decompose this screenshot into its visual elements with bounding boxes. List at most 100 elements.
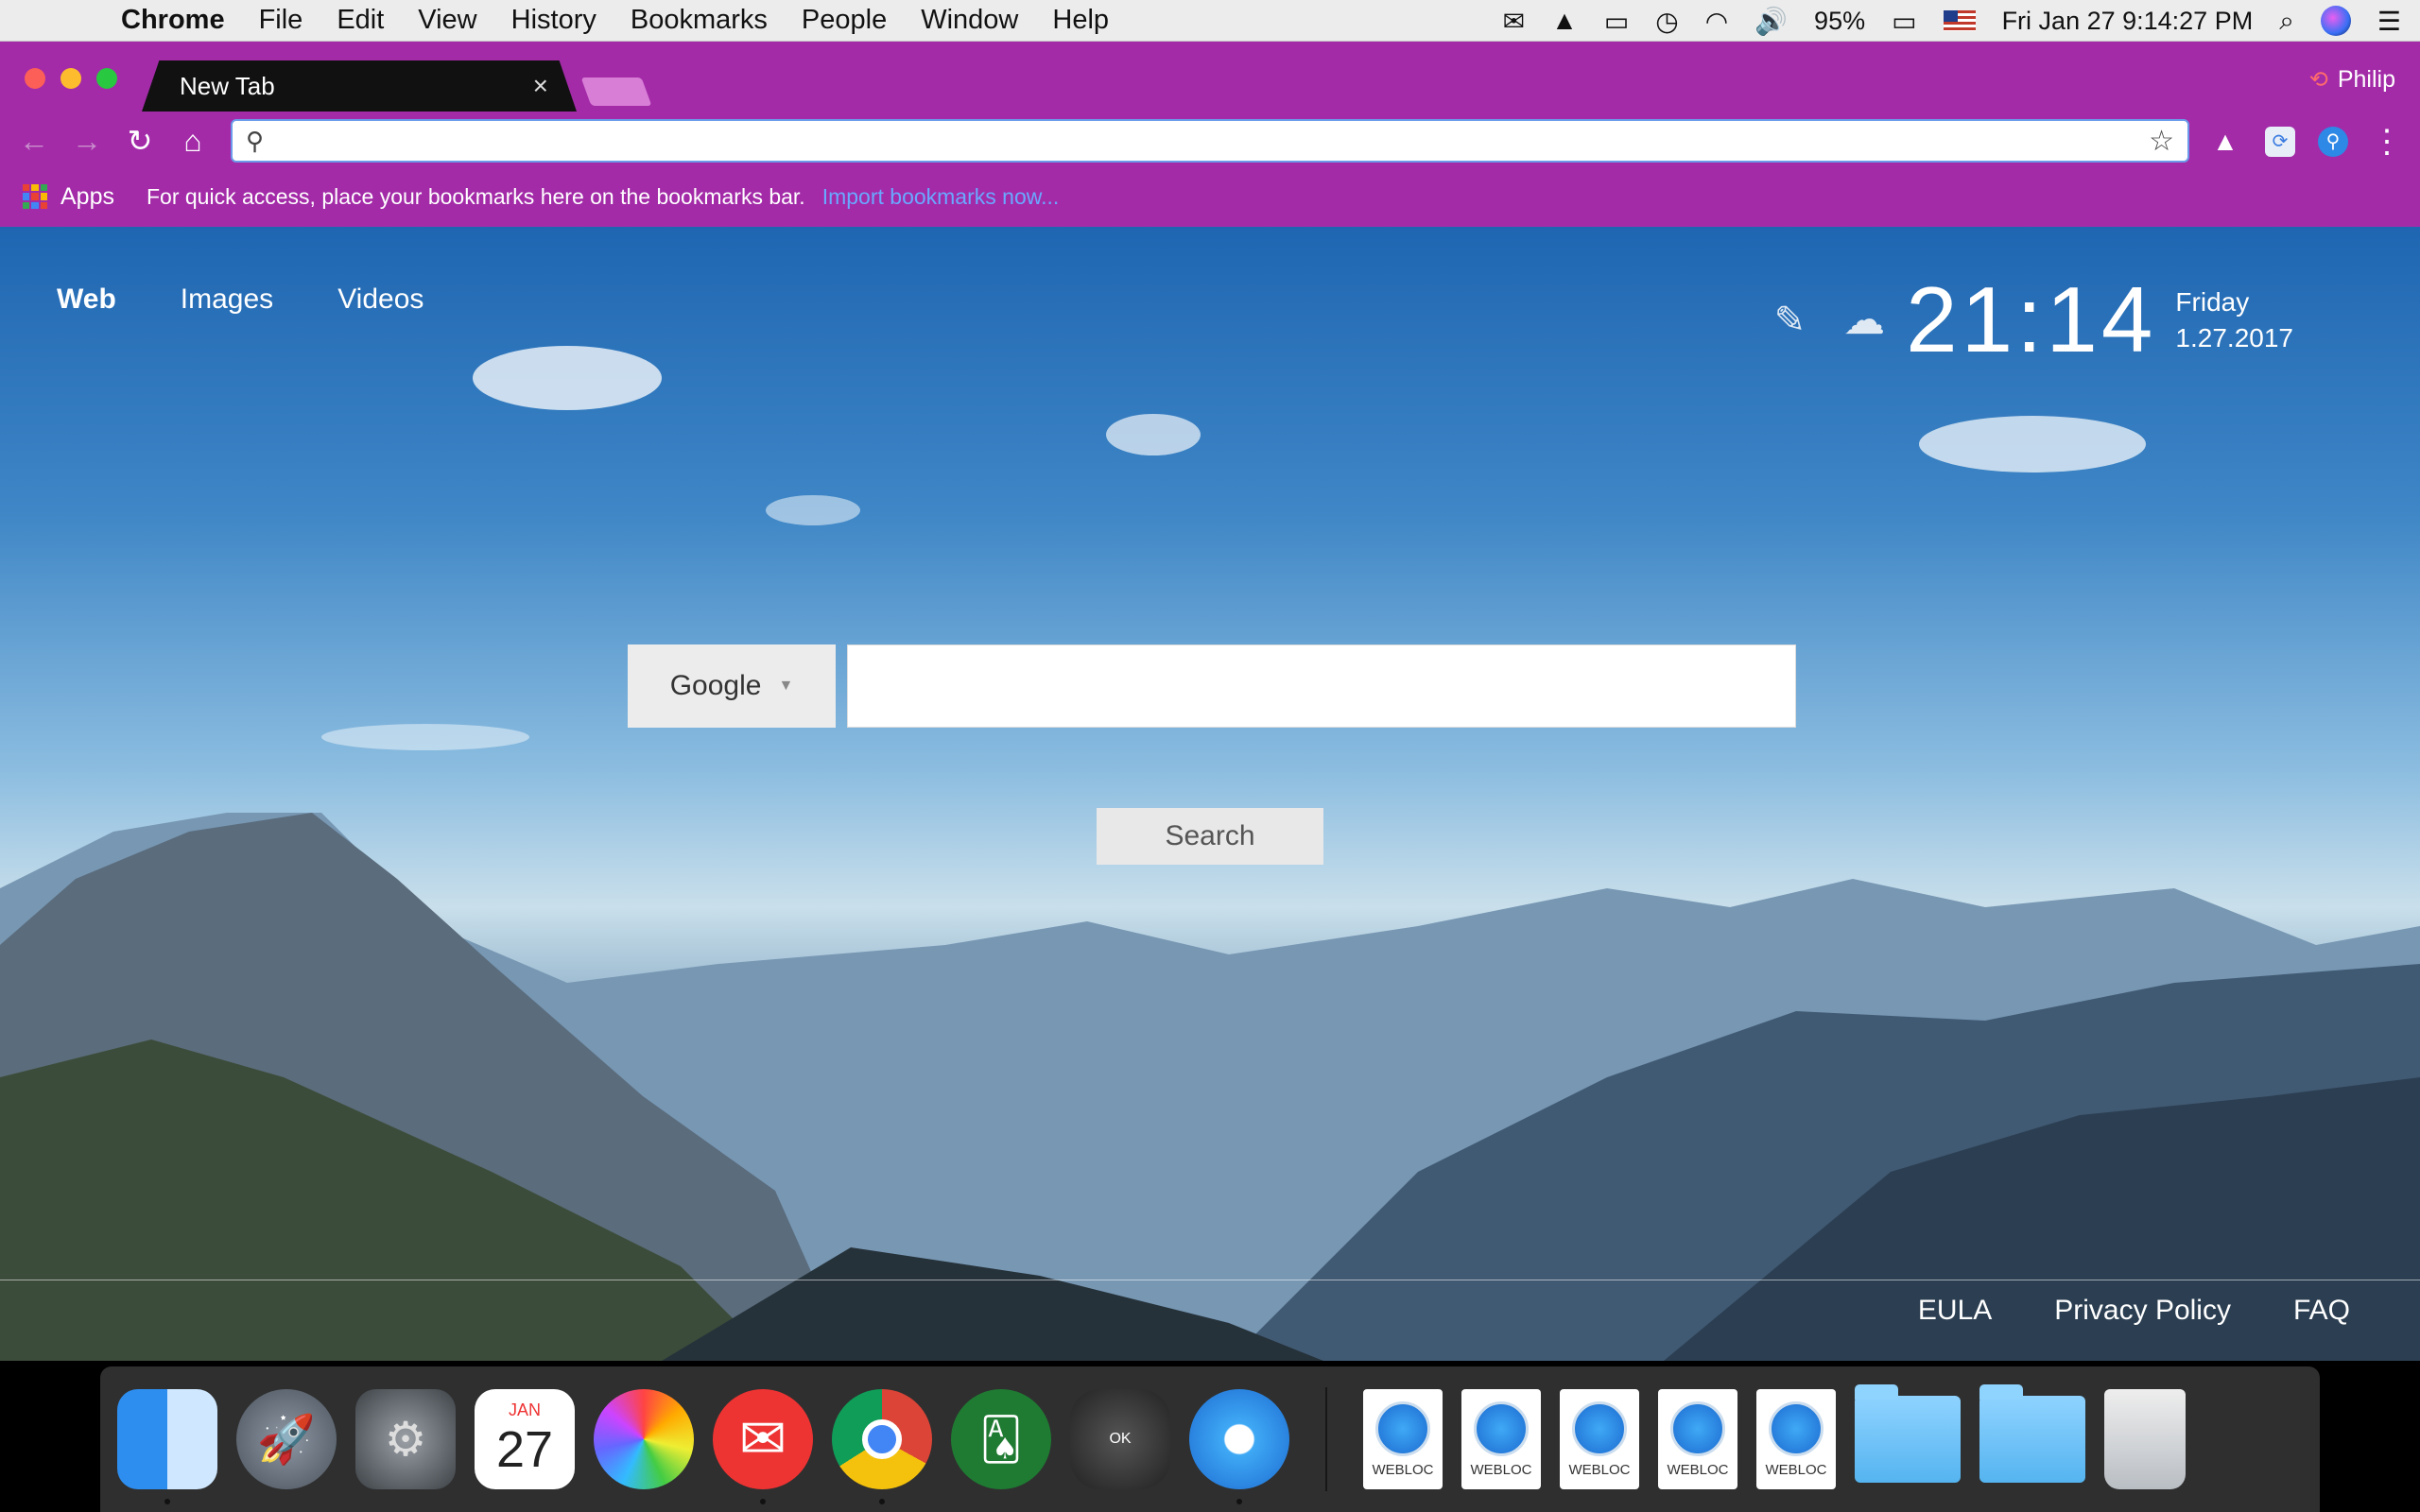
calendar-icon[interactable]: JAN 27 bbox=[475, 1389, 575, 1489]
paint-brush-icon[interactable]: ✎ bbox=[1774, 299, 1806, 342]
footer-privacy-link[interactable]: Privacy Policy bbox=[2054, 1295, 2231, 1327]
finder-icon[interactable] bbox=[117, 1389, 217, 1504]
folder-icon[interactable] bbox=[1979, 1384, 2085, 1483]
webloc-file-5[interactable]: WEBLOC bbox=[1756, 1389, 1836, 1489]
webloc-label: WEBLOC bbox=[1765, 1461, 1827, 1478]
profile-icon: ⟲ bbox=[2308, 67, 2328, 93]
import-bookmarks-link[interactable]: Import bookmarks now... bbox=[822, 184, 1060, 210]
menu-app-name[interactable]: Chrome bbox=[104, 5, 242, 36]
nav-images[interactable]: Images bbox=[181, 284, 273, 316]
footer-faq-link[interactable]: FAQ bbox=[2293, 1295, 2350, 1327]
system-preferences-gear-icon[interactable]: ⚙ bbox=[355, 1389, 456, 1489]
window-controls bbox=[25, 68, 117, 89]
close-window-button[interactable] bbox=[25, 68, 45, 89]
webloc-file-2[interactable]: WEBLOC bbox=[1461, 1389, 1541, 1489]
notification-center-icon[interactable]: ☰ bbox=[2377, 6, 2401, 37]
webloc-label: WEBLOC bbox=[1667, 1461, 1729, 1478]
back-arrow-icon[interactable]: ← bbox=[8, 124, 60, 159]
home-icon[interactable]: ⌂ bbox=[166, 124, 219, 159]
search-button[interactable]: Search bbox=[1097, 808, 1323, 865]
safari-compass-icon bbox=[1769, 1400, 1824, 1456]
webloc-file-4[interactable]: WEBLOC bbox=[1658, 1389, 1737, 1489]
tab-close-icon[interactable]: × bbox=[533, 71, 548, 101]
menu-view[interactable]: View bbox=[401, 5, 493, 36]
bookmarks-hint: For quick access, place your bookmarks h… bbox=[146, 183, 805, 209]
search-input[interactable] bbox=[848, 645, 1795, 727]
solitaire-cards-icon[interactable]: 🂡 bbox=[951, 1389, 1051, 1489]
airmail-envelope-icon[interactable]: ✉ bbox=[713, 1389, 813, 1504]
zoom-window-button[interactable] bbox=[96, 68, 117, 89]
mail-icon[interactable]: ✉ bbox=[1503, 6, 1525, 37]
launchpad-rocket-icon[interactable]: 🚀 bbox=[236, 1389, 337, 1489]
webloc-file-3[interactable]: WEBLOC bbox=[1560, 1389, 1639, 1489]
calendar-day: 27 bbox=[495, 1420, 554, 1478]
omnibox[interactable]: ⚲ ☆ bbox=[231, 119, 2189, 163]
ok-remote-icon[interactable]: OK bbox=[1070, 1389, 1170, 1489]
volume-icon[interactable]: 🔊 bbox=[1754, 6, 1788, 37]
browser-toolbar: ← → ↻ ⌂ ⚲ ☆ ▲ ⟳ ⚲ ⋮ bbox=[0, 112, 2420, 170]
bookmarks-bar: Apps For quick access, place your bookma… bbox=[0, 170, 2420, 223]
folder-icon[interactable] bbox=[1855, 1384, 1961, 1483]
cloud-weather-icon[interactable]: ☁ bbox=[1843, 296, 1885, 344]
safari-compass-icon bbox=[1375, 1400, 1430, 1456]
chrome-menu-icon[interactable]: ⋮ bbox=[2371, 126, 2403, 158]
photos-icon[interactable] bbox=[594, 1389, 694, 1489]
menu-help[interactable]: Help bbox=[1035, 5, 1126, 36]
reload-icon[interactable]: ↻ bbox=[113, 123, 166, 159]
tab-strip: New Tab × ⟲ Philip bbox=[0, 42, 2420, 112]
profile-name: Philip bbox=[2337, 66, 2395, 93]
mountain-landscape-background bbox=[0, 346, 2420, 1361]
trash-icon[interactable] bbox=[2104, 1389, 2186, 1489]
menu-file[interactable]: File bbox=[242, 5, 320, 36]
nav-web[interactable]: Web bbox=[57, 284, 116, 316]
menu-history[interactable]: History bbox=[494, 5, 614, 36]
google-chrome-icon[interactable] bbox=[832, 1389, 932, 1504]
menu-people[interactable]: People bbox=[785, 5, 904, 36]
extension-search-icon[interactable]: ⚲ bbox=[2318, 127, 2348, 157]
webloc-label: WEBLOC bbox=[1470, 1461, 1532, 1478]
page-footer: EULA Privacy Policy FAQ bbox=[1918, 1295, 2350, 1327]
webloc-file-1[interactable]: WEBLOC bbox=[1363, 1389, 1443, 1489]
apps-shortcut[interactable]: Apps bbox=[60, 183, 114, 211]
menu-bookmarks[interactable]: Bookmarks bbox=[614, 5, 785, 36]
battery-percent[interactable]: 95% bbox=[1814, 7, 1865, 36]
clock-date-value: 1.27.2017 bbox=[2175, 322, 2293, 352]
clock-day: Friday bbox=[2175, 286, 2250, 317]
new-tab-button[interactable] bbox=[580, 77, 652, 106]
profile-button[interactable]: ⟲ Philip bbox=[2309, 66, 2395, 94]
time-machine-icon[interactable]: ◷ bbox=[1655, 6, 1678, 37]
nav-videos[interactable]: Videos bbox=[337, 284, 424, 316]
siri-icon[interactable] bbox=[2320, 6, 2351, 36]
footer-eula-link[interactable]: EULA bbox=[1918, 1295, 1992, 1327]
search-engine-label: Google bbox=[669, 670, 762, 701]
spotlight-search-icon[interactable]: ⌕ bbox=[2279, 6, 2294, 37]
apps-grid-icon[interactable] bbox=[23, 184, 47, 209]
safari-compass-icon[interactable] bbox=[1189, 1389, 1289, 1504]
battery-icon[interactable]: ▭ bbox=[1892, 6, 1916, 37]
menu-window[interactable]: Window bbox=[904, 5, 1035, 36]
airplay-icon[interactable]: ▭ bbox=[1604, 6, 1629, 37]
extension-sync-icon[interactable]: ⟳ bbox=[2265, 127, 2295, 157]
input-source-flag-icon[interactable] bbox=[1943, 10, 1976, 31]
safari-compass-icon bbox=[1474, 1400, 1529, 1456]
wifi-icon[interactable]: ◠ bbox=[1705, 6, 1728, 37]
menu-bar-clock[interactable]: Fri Jan 27 9:14:27 PM bbox=[2002, 7, 2254, 36]
google-drive-extension-icon[interactable]: ▲ bbox=[2210, 127, 2240, 157]
menu-bar-status-area: ✉ ▲ ▭ ◷ ◠ 🔊 95% ▭ Fri Jan 27 9:14:27 PM … bbox=[1503, 0, 2401, 42]
tab-title: New Tab bbox=[180, 71, 275, 100]
search-type-nav: Web Images Videos bbox=[57, 284, 424, 316]
new-tab-page: Web Images Videos ✎ ☁ 21:14 Friday 1.27.… bbox=[0, 227, 2420, 1361]
webloc-label: WEBLOC bbox=[1372, 1461, 1434, 1478]
tab-new-tab[interactable]: New Tab × bbox=[142, 60, 577, 112]
bookmark-star-icon[interactable]: ☆ bbox=[2149, 125, 2174, 158]
safari-compass-icon bbox=[1572, 1400, 1627, 1456]
search-engine-select[interactable]: Google ▼ bbox=[628, 644, 836, 728]
forward-arrow-icon[interactable]: → bbox=[60, 124, 113, 159]
chevron-down-icon: ▼ bbox=[778, 678, 794, 694]
minimize-window-button[interactable] bbox=[60, 68, 81, 89]
google-drive-icon[interactable]: ▲ bbox=[1551, 6, 1578, 36]
search-query-box[interactable] bbox=[847, 644, 1796, 728]
address-input[interactable] bbox=[278, 126, 2150, 156]
browser-chrome: New Tab × ⟲ Philip ← → ↻ ⌂ ⚲ ☆ ▲ ⟳ ⚲ ⋮ A… bbox=[0, 42, 2420, 227]
menu-edit[interactable]: Edit bbox=[320, 5, 401, 36]
